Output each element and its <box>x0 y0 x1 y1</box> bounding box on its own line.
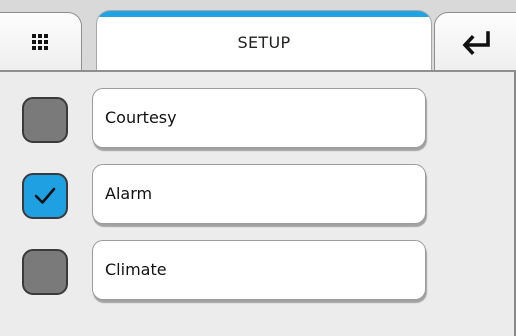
enter-return-icon <box>462 30 490 55</box>
list-item-climate: Climate <box>0 240 516 304</box>
alarm-button[interactable]: Alarm <box>92 164 426 224</box>
courtesy-checkbox[interactable] <box>22 97 68 143</box>
page-title: SETUP <box>237 33 291 52</box>
climate-checkbox[interactable] <box>22 249 68 295</box>
header-divider <box>0 70 516 72</box>
title-tab: SETUP <box>96 10 432 72</box>
grid-menu-icon <box>31 33 50 52</box>
menu-button[interactable] <box>0 12 82 72</box>
alarm-checkbox[interactable] <box>22 173 68 219</box>
climate-button[interactable]: Climate <box>92 240 426 300</box>
title-accent-bar <box>97 11 431 17</box>
checkmark-icon <box>34 187 56 204</box>
item-label: Climate <box>105 260 167 279</box>
list-item-alarm: Alarm <box>0 164 516 228</box>
item-label: Courtesy <box>105 108 177 127</box>
list-item-courtesy: Courtesy <box>0 88 516 152</box>
courtesy-button[interactable]: Courtesy <box>92 88 426 148</box>
enter-button[interactable] <box>434 12 516 72</box>
item-label: Alarm <box>105 184 153 203</box>
